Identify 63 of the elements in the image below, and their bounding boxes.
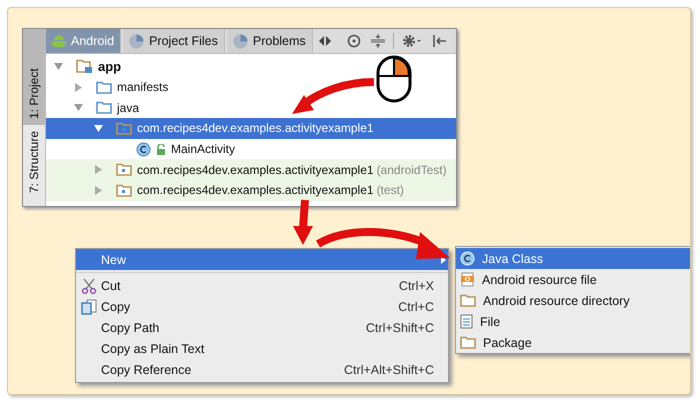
menu-item[interactable]: Android resource file xyxy=(456,269,690,290)
side-tab[interactable]: 7: Structure xyxy=(23,125,45,200)
settings-icon[interactable] xyxy=(402,34,422,48)
menu-item[interactable]: Java Class xyxy=(456,248,690,269)
tree-label: java xyxy=(117,100,140,115)
package-icon xyxy=(116,163,132,176)
package-icon xyxy=(116,122,132,135)
shortcut-label: Ctrl+Alt+Shift+C xyxy=(344,362,435,376)
target-icon[interactable] xyxy=(347,34,361,48)
menu-item[interactable]: Copy Path Ctrl+Shift+C xyxy=(76,317,448,338)
side-tab[interactable]: 1: Project xyxy=(23,29,45,125)
package-icon xyxy=(116,184,132,197)
tree-label: com.recipes4dev.examples.activityexample1 xyxy=(137,183,374,198)
source-set-label: (test) xyxy=(376,183,404,198)
module-folder-icon xyxy=(76,58,93,74)
shortcut-label: Ctrl+C xyxy=(398,300,435,314)
menu-item[interactable]: Copy Reference Ctrl+Alt+Shift+C xyxy=(76,359,448,380)
view-tab[interactable]: Problems xyxy=(226,29,313,53)
tree-row[interactable]: app xyxy=(46,56,456,77)
menu-item[interactable]: Package xyxy=(456,332,690,353)
shortcut-label: Ctrl+X xyxy=(398,278,435,292)
expanded-arrow-icon[interactable] xyxy=(74,103,83,112)
tree-row[interactable]: MainActivity xyxy=(46,138,456,160)
copy-icon xyxy=(80,298,96,314)
folder-icon xyxy=(96,80,112,94)
tree-row[interactable]: com.recipes4dev.examples.activityexample1 (test) xyxy=(46,180,456,201)
view-tab[interactable]: Project Files xyxy=(123,29,225,53)
scroll-arrows-icon[interactable] xyxy=(318,36,331,46)
folder-icon xyxy=(460,336,476,349)
hide-panel-icon[interactable] xyxy=(432,34,446,48)
collapse-icon[interactable] xyxy=(371,34,385,48)
folder-icon xyxy=(460,294,476,307)
robot-icon xyxy=(52,34,66,48)
folder-icon xyxy=(96,101,112,114)
tree-label: app xyxy=(98,58,122,74)
class-icon xyxy=(460,251,475,266)
menu-item[interactable]: Copy as Plain Text xyxy=(76,338,448,359)
source-set-label: (androidTest) xyxy=(376,162,447,177)
tree-label: com.recipes4dev.examples.activityexample1 xyxy=(137,121,374,136)
expanded-arrow-icon[interactable] xyxy=(94,124,103,133)
menu-item[interactable]: File xyxy=(456,311,690,332)
file-icon xyxy=(460,314,473,329)
tree-label: com.recipes4dev.examples.activityexample1 xyxy=(137,162,374,177)
mouse-icon xyxy=(376,56,412,102)
expanded-arrow-icon[interactable] xyxy=(54,62,63,71)
tree-label: manifests xyxy=(117,80,168,94)
tree-row[interactable]: java xyxy=(46,97,456,118)
lock-icon xyxy=(156,144,166,155)
class-icon xyxy=(136,142,151,157)
menu-item[interactable]: Copy Ctrl+C xyxy=(76,296,448,317)
menu-item[interactable]: Cut Ctrl+X xyxy=(76,275,448,296)
pie-icon xyxy=(129,34,144,48)
menu-item[interactable]: Android resource directory xyxy=(456,290,690,311)
shortcut-label: Ctrl+Shift+C xyxy=(366,320,435,334)
tree-row[interactable]: manifests xyxy=(46,76,456,98)
pie-icon xyxy=(232,34,248,48)
resource-file-icon xyxy=(460,272,475,287)
arrow xyxy=(293,200,313,245)
tree-row[interactable]: com.recipes4dev.examples.activityexample1 (androidTest) xyxy=(46,159,456,180)
tree-row[interactable]: com.recipes4dev.examples.activityexample1 xyxy=(46,118,456,139)
scissors-icon xyxy=(80,278,96,294)
tree-label: MainActivity xyxy=(171,142,236,156)
menu-item[interactable]: New xyxy=(76,249,448,270)
